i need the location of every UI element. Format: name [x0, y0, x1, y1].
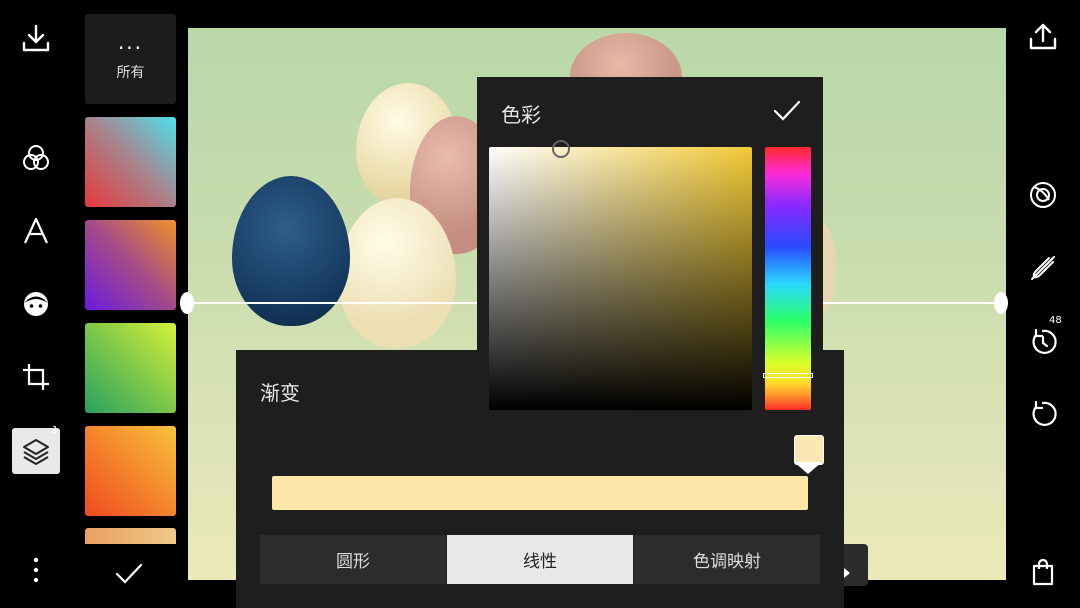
- more-dots-icon: ···: [117, 36, 144, 60]
- layers-count-badge: 1: [52, 425, 59, 436]
- next-arrow-tab[interactable]: [844, 544, 868, 586]
- lens-icon[interactable]: [1021, 173, 1065, 217]
- mode-linear-tab[interactable]: 线性: [447, 535, 633, 584]
- blend-circles-icon[interactable]: [14, 136, 58, 180]
- crop-icon[interactable]: [14, 355, 58, 399]
- chevron-right-icon: [844, 568, 850, 578]
- shopping-bag-icon[interactable]: [1021, 550, 1065, 594]
- gradient-panel-title: 渐变: [260, 381, 300, 405]
- face-icon[interactable]: [14, 282, 58, 326]
- check-icon[interactable]: [772, 98, 802, 124]
- history-count-badge: 48: [1049, 315, 1062, 326]
- preset-swatch-4[interactable]: [85, 426, 176, 516]
- gradient-preview-bar[interactable]: [272, 476, 808, 510]
- preset-swatch-1[interactable]: [85, 117, 176, 207]
- preset-swatch-3[interactable]: [85, 323, 176, 413]
- color-selector-handle[interactable]: [552, 140, 570, 158]
- preset-swatch-5-partial[interactable]: [85, 528, 176, 544]
- preset-swatch-2[interactable]: [85, 220, 176, 310]
- reset-icon[interactable]: [1021, 392, 1065, 436]
- mode-circle-tab[interactable]: 圆形: [260, 535, 446, 584]
- layers-icon: [21, 436, 51, 466]
- mode-tone-map-tab[interactable]: 色调映射: [634, 535, 820, 584]
- saturation-value-field[interactable]: [489, 147, 752, 410]
- text-icon[interactable]: [14, 209, 58, 253]
- download-icon[interactable]: [14, 16, 58, 60]
- history-icon[interactable]: [1021, 320, 1065, 364]
- hue-slider[interactable]: [765, 147, 811, 410]
- brush-off-icon[interactable]: [1021, 246, 1065, 290]
- preset-all[interactable]: ··· 所有: [85, 14, 176, 104]
- gradient-color-stop[interactable]: [794, 435, 824, 465]
- gradient-handle-end[interactable]: [994, 292, 1008, 314]
- hue-slider-marker[interactable]: [763, 373, 813, 378]
- check-icon[interactable]: [114, 561, 144, 587]
- preset-all-label: 所有: [116, 65, 145, 81]
- balloon: [232, 176, 350, 326]
- stop-pointer-icon: [794, 462, 822, 474]
- share-upload-icon[interactable]: [1021, 14, 1065, 58]
- color-picker-title: 色彩: [501, 103, 541, 127]
- more-vertical-icon[interactable]: [14, 548, 58, 592]
- gradient-handle-start[interactable]: [180, 292, 194, 314]
